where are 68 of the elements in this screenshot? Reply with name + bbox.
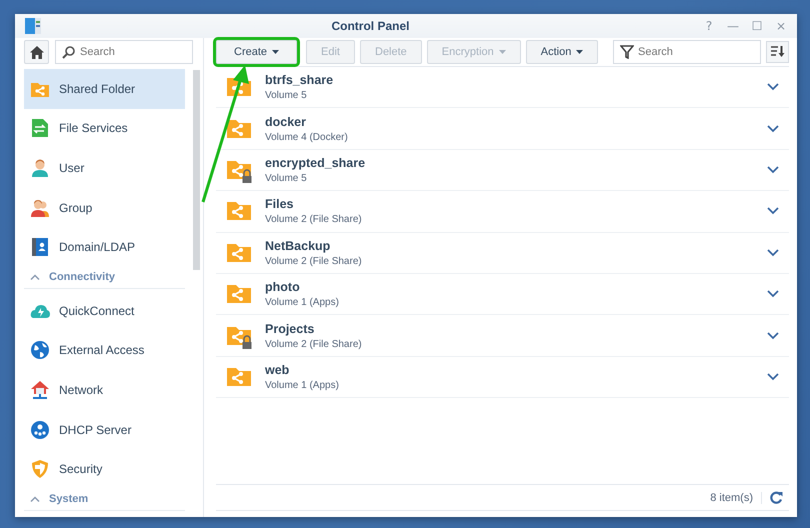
folder-location: Volume 5: [265, 172, 308, 184]
sidebar-item[interactable]: Domain/LDAP: [24, 227, 185, 267]
folder-name: Projects: [265, 322, 316, 336]
sort-icon: [770, 46, 784, 58]
file-transfer-icon: [30, 118, 50, 138]
toolbar-button[interactable]: Action: [526, 40, 598, 64]
chevron-down-icon: [767, 372, 779, 381]
sidebar-item[interactable]: User: [24, 148, 185, 188]
search-field[interactable]: Search: [55, 40, 193, 64]
house-network-icon: [30, 380, 50, 400]
search-icon: [62, 46, 75, 59]
chevron-down-icon: [767, 83, 779, 92]
sidebar-item[interactable]: External Access: [24, 330, 185, 370]
folder-row[interactable]: docker Volume 4 (Docker): [216, 108, 789, 150]
sidebar-item[interactable]: DHCP Server: [24, 410, 185, 450]
folder-row[interactable]: Projects Volume 2 (File Share): [216, 315, 789, 357]
window-title: Control Panel: [330, 19, 410, 33]
sort-button[interactable]: [766, 41, 789, 63]
folder-name: photo: [265, 280, 301, 294]
chevron-down-icon: [767, 332, 779, 340]
chevron-down-icon: [767, 207, 779, 216]
folder-location: Volume 5: [265, 90, 308, 102]
folder-location: Volume 1 (Apps): [265, 380, 340, 391]
search-field[interactable]: Search: [613, 40, 761, 64]
chevron-down-icon: [767, 290, 779, 298]
chevron-down-icon: [767, 124, 779, 133]
folder-name: web: [265, 362, 290, 377]
folder-name: encrypted_share: [265, 156, 366, 170]
folder-location: Volume 2 (File Share): [265, 256, 363, 267]
item-count: 8 item(s): [710, 492, 762, 504]
sidebar-item[interactable]: Shared Folder: [24, 69, 185, 109]
sidebar-item[interactable]: File Services: [24, 108, 185, 148]
scrollbar[interactable]: [193, 70, 200, 270]
shield-icon: [30, 459, 50, 480]
network-node-icon: [30, 420, 50, 440]
folder-name: btrfs_share: [265, 73, 334, 88]
folder-name: docker: [265, 114, 307, 129]
folder-location: Volume 1 (Apps): [265, 297, 340, 308]
group-icon: [30, 198, 50, 218]
folder-location: Volume 2 (File Share): [265, 338, 363, 350]
sidebar-item[interactable]: QuickConnect: [24, 290, 185, 331]
home-button[interactable]: [24, 40, 49, 64]
chevron-up-icon: [30, 274, 40, 280]
chevron-down-icon: [767, 248, 779, 257]
address-book-icon: [30, 237, 50, 258]
section-header[interactable]: Connectivity: [24, 266, 185, 289]
app-logo-icon: [24, 17, 42, 35]
folder-location: Volume 4 (Docker): [265, 132, 349, 143]
folder-row[interactable]: encrypted_share Volume 5: [216, 150, 789, 192]
refresh-button[interactable]: [770, 491, 783, 504]
home-icon: [30, 46, 44, 58]
section-header[interactable]: System: [24, 488, 185, 511]
folder-row[interactable]: NetBackup Volume 2 (File Share): [216, 232, 789, 274]
folder-row[interactable]: photo Volume 1 (Apps): [216, 274, 789, 316]
sidebar-item[interactable]: Security: [24, 449, 185, 489]
sidebar-item[interactable]: Group: [24, 188, 185, 228]
folder-name: NetBackup: [265, 238, 332, 253]
filter-icon: [620, 45, 634, 59]
chevron-down-icon: [767, 166, 779, 174]
user-icon: [30, 158, 50, 178]
chevron-up-icon: [30, 496, 40, 502]
folder-row[interactable]: web Volume 1 (Apps): [216, 356, 789, 398]
sidebar-item[interactable]: Network: [24, 370, 185, 410]
folder-name: Files: [265, 197, 294, 212]
folder-row[interactable]: Files Volume 2 (File Share): [216, 191, 789, 233]
folder-location: Volume 2 (File Share): [265, 214, 363, 226]
globe-icon: [30, 340, 50, 360]
toolbar-button[interactable]: Create: [216, 40, 298, 64]
